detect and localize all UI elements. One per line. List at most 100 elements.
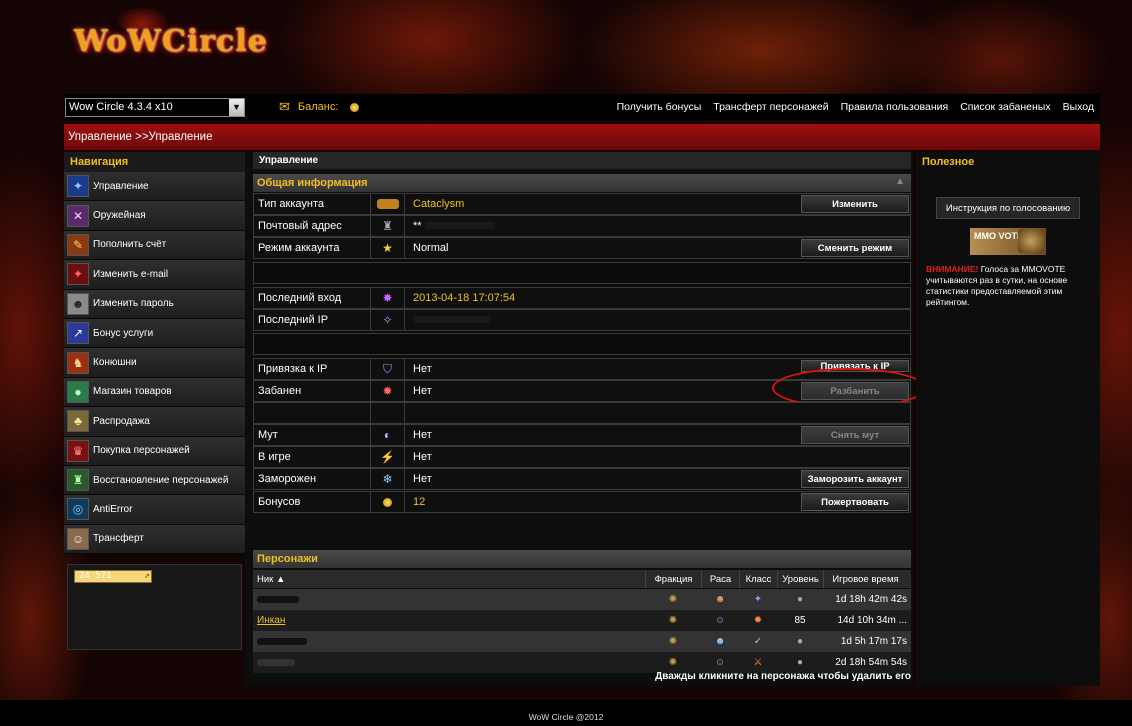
vote-warning: ВНИМАНИЕ! Голоса за MMOVOTE учитываются … [926, 264, 1092, 308]
table-row[interactable]: Инкан ✺ ☺ ✹ 85 14d 10h 34m ... [253, 610, 911, 631]
row-blank [253, 402, 911, 424]
ban-rune-icon: ✹ [371, 381, 405, 401]
nav-item-sale[interactable]: ♣ Распродажа [64, 407, 245, 437]
nav-item-label: Управление [93, 180, 149, 192]
link-ban-list[interactable]: Список забаненых [960, 101, 1050, 113]
row-last-ip: Последний IP ✧ [253, 309, 911, 331]
character-level: ● [796, 657, 804, 668]
field-label: Последний IP [254, 310, 371, 330]
antierror-icon: ◎ [67, 498, 89, 521]
nav-item-stable[interactable]: ♞ Конюшни [64, 348, 245, 378]
flame-icon: ⚡ [371, 447, 405, 467]
useful-panel: Полезное Инструкция по голосованию MMO V… [916, 152, 1100, 686]
column-race[interactable]: Раса [701, 570, 739, 588]
chevron-down-icon[interactable]: ▼ [229, 98, 244, 116]
characters-title: Персонажи [257, 553, 318, 565]
redacted-ip [413, 316, 491, 323]
voting-instructions-button[interactable]: Инструкция по голосованию [936, 197, 1080, 219]
link-rules[interactable]: Правила пользования [841, 101, 949, 113]
column-playtime[interactable]: Игровое время [823, 570, 911, 588]
nav-item-shop[interactable]: ● Магазин товаров [64, 377, 245, 408]
site-logo[interactable]: WoWCircle [74, 24, 268, 59]
buy-character-icon: ♛ [67, 439, 89, 462]
frost-icon: ❄ [371, 469, 405, 489]
nav-item-password[interactable]: ☻ Изменить пароль [64, 289, 245, 319]
character-level: ● [796, 636, 804, 647]
nav-item-antierror[interactable]: ◎ AntiError [64, 495, 245, 525]
row-last-login: Последний вход ✸ 2013-04-18 17:07:54 [253, 287, 911, 309]
column-level[interactable]: Уровень [777, 570, 823, 588]
field-value: ** [405, 220, 910, 232]
nav-item-armory[interactable]: ✕ Оружейная [64, 201, 245, 231]
management-icon: ✦ [67, 175, 89, 198]
spacer-row [253, 333, 911, 355]
useful-title: Полезное [922, 156, 975, 168]
unmute-button[interactable]: Снять мут [801, 426, 909, 444]
faction-icon: ✺ [668, 594, 678, 605]
balance-label: Баланс: [297, 101, 339, 113]
character-playtime: 2d 18h 54m 54s [835, 657, 907, 668]
character-name [253, 589, 645, 610]
table-row[interactable]: ✺ ☻ ✓ ● 1d 5h 17m 17s [253, 631, 911, 652]
login-rune-icon: ✸ [371, 288, 405, 308]
nav-item-label: Распродажа [93, 415, 150, 427]
table-row[interactable]: ✺ ☺ ⚔ ● 2d 18h 54m 54s [253, 652, 911, 673]
field-value: 2013-04-18 17:07:54 [413, 292, 516, 304]
nav-item-label: Восстановление персонажей [93, 474, 229, 486]
star-icon: ★ [371, 238, 405, 258]
column-faction[interactable]: Фракция [645, 570, 701, 588]
freeze-account-button[interactable]: Заморозить аккаунт [801, 470, 909, 488]
email-value: ** [413, 220, 422, 232]
change-mode-button[interactable]: Сменить режим [801, 239, 909, 257]
nav-item-management[interactable]: ✦ Управление [64, 172, 245, 202]
column-name[interactable]: Ник ▲ [253, 570, 645, 588]
character-name [253, 631, 645, 652]
footer: WoW Circle @2012 [0, 700, 1132, 726]
visitor-counter[interactable]: 24 571 ↗ [74, 570, 152, 584]
mute-icon: ◐ [371, 425, 405, 445]
nav-item-buy-character[interactable]: ♛ Покупка персонажей [64, 436, 245, 466]
table-row[interactable]: ✺ ☻ ✦ ● 1d 18h 42m 42s [253, 589, 911, 610]
link-get-bonuses[interactable]: Получить бонусы [617, 101, 702, 113]
redacted-email [424, 222, 495, 229]
link-character-transfer[interactable]: Трансферт персонажей [713, 101, 828, 113]
character-playtime: 14d 10h 34m ... [837, 615, 908, 626]
redacted-name [257, 659, 295, 666]
faction-icon: ✺ [668, 657, 678, 668]
nav-item-label: Оружейная [93, 210, 146, 222]
link-logout[interactable]: Выход [1063, 101, 1094, 113]
envelope-icon[interactable]: ✉ [279, 99, 290, 115]
nav-item-restore-character[interactable]: ♜ Восстановление персонажей [64, 465, 245, 496]
email-icon: ✦ [67, 263, 89, 286]
column-class[interactable]: Класс [739, 570, 777, 588]
tab-management[interactable]: Управление [253, 152, 911, 169]
server-select[interactable]: Wow Circle 4.3.4 x10 ▼ [65, 97, 245, 117]
nav-item-deposit[interactable]: ✎ Пополнить счёт [64, 230, 245, 261]
character-name: Инкан [257, 615, 286, 626]
collapse-icon[interactable]: ▲ [895, 176, 905, 187]
breadcrumb: Управление >>Управление [64, 124, 1100, 150]
field-label: Последний вход [254, 288, 371, 308]
race-icon: ☻ [714, 636, 726, 647]
mmovote-banner-text: MMO VOTE [974, 231, 1023, 241]
coin-icon [371, 492, 405, 512]
character-level: 85 [794, 615, 806, 626]
mmovote-banner[interactable]: MMO VOTE [970, 228, 1046, 255]
shield-icon: ⛉ [371, 359, 405, 379]
nav-item-label: Изменить пароль [93, 298, 174, 310]
nav-item-label: Конюшни [93, 357, 137, 369]
donate-button[interactable]: Пожертвовать [801, 493, 909, 511]
change-account-type-button[interactable]: Изменить [801, 195, 909, 213]
nav-item-label: Магазин товаров [93, 386, 172, 398]
sale-icon: ♣ [67, 410, 89, 433]
nav-item-transfer[interactable]: ☺ Трансферт [64, 524, 245, 555]
character-playtime: 1d 5h 17m 17s [840, 636, 907, 647]
nav-item-bonus[interactable]: ↗ Бонус услуги [64, 318, 245, 349]
general-info-header: Общая информация ▲ [253, 174, 911, 192]
row-email: Почтовый адрес ♜ ** [253, 215, 911, 237]
field-label: В игре [254, 447, 371, 467]
nav-item-email[interactable]: ✦ Изменить e-mail [64, 260, 245, 290]
coin-icon [350, 102, 360, 112]
transfer-icon: ☺ [67, 527, 89, 550]
orc-face-icon [1018, 229, 1044, 253]
